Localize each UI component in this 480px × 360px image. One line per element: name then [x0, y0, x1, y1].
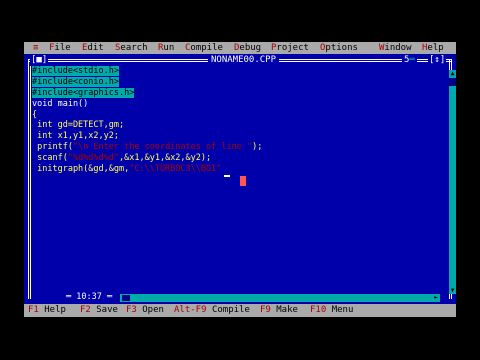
caret-underscore [224, 175, 230, 177]
code-line[interactable]: int gd=DETECT,gm; [32, 120, 262, 131]
cursor-position-value: 10:37 [76, 292, 102, 302]
menu-search[interactable]: Search [115, 42, 148, 54]
code-line[interactable]: printf("\n Enter the coordinates of line… [32, 142, 262, 153]
fn-key: Alt-F9 [174, 305, 207, 315]
preprocessor-token: #include<conio.h> [32, 76, 119, 87]
fn-label: Open [142, 305, 164, 315]
code-line[interactable]: #include<conio.h> [32, 76, 262, 88]
cursor-position: ═ 10:37 ═ [64, 292, 115, 303]
code-text: void main() [32, 98, 89, 109]
turbo-c-ide: ≡ File Edit Search Run Compile Debug Pro… [24, 42, 456, 317]
code-line[interactable]: initgraph(&gd,&gm,"C:\\TURBOC3\\BGI" [32, 164, 262, 175]
vertical-scrollbar[interactable]: ▲ ▼ [449, 70, 456, 294]
code-line[interactable]: int x1,y1,x2,y2; [32, 131, 262, 142]
close-box-button[interactable]: [■] [30, 54, 49, 66]
menu-project[interactable]: Project [271, 42, 309, 54]
code-line[interactable]: scanf("%d%d%d%d",&x1,&y1,&x2,&y2); [32, 153, 262, 164]
code-text: ); [252, 142, 263, 153]
menu-file[interactable]: File [49, 42, 71, 54]
fn-label: Help [44, 305, 66, 315]
fn-make[interactable]: F9 Make [260, 304, 298, 317]
menu-label: elp [427, 43, 444, 53]
code-editor[interactable]: #include<stdio.h> #include<conio.h> #inclu… [32, 66, 262, 175]
menu-label: indow [384, 43, 412, 53]
menu-edit[interactable]: Edit [82, 42, 104, 54]
horizontal-scrollbar[interactable]: ► [120, 294, 440, 302]
fn-key: F9 [260, 305, 271, 315]
fn-menu[interactable]: F10 Menu [310, 304, 353, 317]
text-cursor [240, 176, 246, 186]
menu-label: un [163, 43, 175, 53]
string-literal: "C:\\TURBOC3\\BGI" [129, 164, 222, 175]
menu-bar: ≡ File Edit Search Run Compile Debug Pro… [24, 42, 456, 54]
preprocessor-token: #include<graphics.h> [32, 87, 135, 98]
code-text: printf( [32, 142, 73, 153]
scroll-right-icon[interactable]: ► [432, 294, 440, 302]
code-text: ,&x1,&y1,&x2,&y2); [119, 153, 212, 164]
fn-key: F10 [310, 305, 327, 315]
menu-label: dit [87, 43, 104, 53]
menu-label: ile [54, 43, 71, 53]
menu-label: earch [120, 43, 148, 53]
menu-options[interactable]: Options [320, 42, 358, 54]
menu-help[interactable]: Help [422, 42, 444, 54]
zoom-box-button[interactable]: [↕] [428, 54, 447, 66]
code-line[interactable]: void main() [32, 99, 262, 110]
menu-label: roject [276, 43, 309, 53]
string-literal: "%d%d%d%d" [67, 153, 120, 164]
fn-open[interactable]: F3 Open [126, 304, 164, 317]
menu-label: ptions [325, 43, 358, 53]
menu-debug[interactable]: Debug [234, 42, 261, 54]
fn-compile[interactable]: Alt-F9 Compile [174, 304, 250, 317]
window-number: 5═ [402, 54, 417, 66]
function-key-bar: F1 Help F2 Save F3 Open Alt-F9 Compile F… [24, 304, 456, 317]
menu-run[interactable]: Run [158, 42, 174, 54]
fn-key: F3 [126, 305, 137, 315]
system-menu-button[interactable]: ≡ [33, 42, 38, 54]
window-title: NONAME00.CPP [208, 54, 280, 66]
scroll-up-icon[interactable]: ▲ [449, 70, 456, 77]
scroll-thumb[interactable] [449, 78, 456, 86]
fn-label: Menu [331, 305, 354, 315]
preprocessor-token: #include<stdio.h> [32, 66, 119, 76]
code-line[interactable]: #include<stdio.h> [32, 66, 262, 77]
menu-label: ebug [239, 43, 262, 53]
code-text: initgraph(&gd,&gm, [32, 164, 130, 175]
code-text: { [32, 109, 38, 120]
fn-key: F2 [80, 305, 91, 315]
window-arrow-icon: ═ [409, 55, 415, 65]
fn-label: Make [276, 305, 298, 315]
code-text: int gd=DETECT,gm; [32, 120, 125, 131]
code-text: scanf( [32, 153, 68, 164]
menu-window[interactable]: Window [379, 42, 412, 54]
window-border-left [28, 59, 31, 299]
code-line[interactable]: #include<graphics.h> [32, 87, 262, 99]
menu-label: ompile [190, 43, 223, 53]
code-line[interactable]: { [32, 110, 262, 121]
fn-save[interactable]: F2 Save [80, 304, 118, 317]
fn-key: F1 [28, 305, 39, 315]
fn-help[interactable]: F1 Help [28, 304, 66, 317]
code-text: int x1,y1,x2,y2; [32, 131, 119, 142]
menu-compile[interactable]: Compile [185, 42, 223, 54]
fn-label: Compile [211, 305, 250, 315]
fn-label: Save [96, 305, 118, 315]
hscroll-thumb[interactable] [122, 295, 130, 301]
string-literal: "\n Enter the coordinates of line " [72, 142, 253, 153]
